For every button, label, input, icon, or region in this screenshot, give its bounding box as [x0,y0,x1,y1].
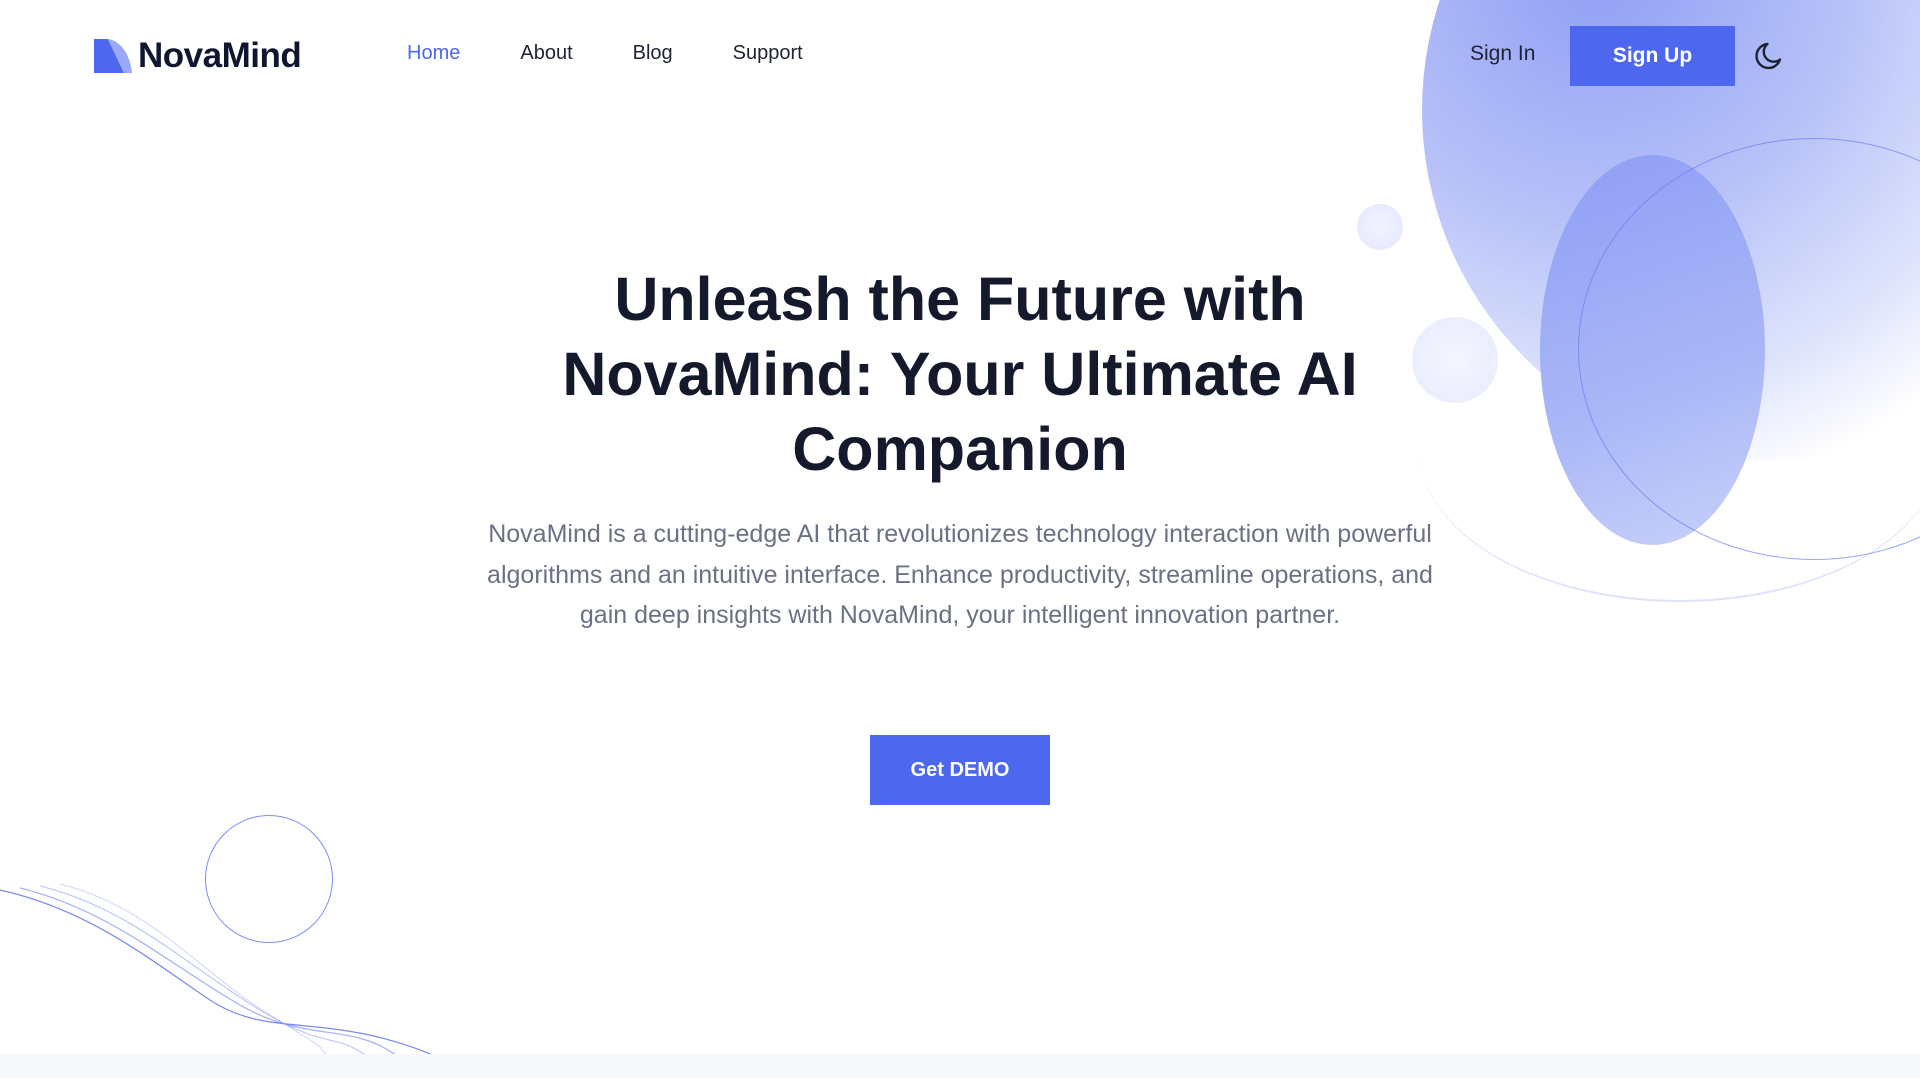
background-bubble [1357,204,1403,250]
brand-name: NovaMind [138,36,301,76]
get-demo-button[interactable]: Get DEMO [870,735,1050,805]
main-nav: Home About Blog Support [407,42,863,65]
moon-icon[interactable] [1753,38,1787,72]
background-swoosh [1420,300,1920,602]
nav-link-support[interactable]: Support [733,42,803,65]
footer-edge [0,1054,1920,1078]
sign-in-link[interactable]: Sign In [1470,42,1535,66]
background-orb [1540,155,1765,545]
decorative-circle [205,815,333,943]
nav-link-home[interactable]: Home [407,42,460,65]
novamind-logo-icon [94,37,136,75]
landing-page: NovaMind Home About Blog Support Sign In… [0,0,1920,1078]
background-ring [1578,138,1920,560]
hero-title: Unleash the Future with NovaMind: Your U… [460,262,1460,487]
decorative-wave-lines [0,880,460,1060]
hero-description: NovaMind is a cutting-edge AI that revol… [485,514,1435,636]
site-header: NovaMind Home About Blog Support Sign In… [0,0,1920,112]
nav-link-blog[interactable]: Blog [633,42,673,65]
nav-link-about[interactable]: About [520,42,572,65]
brand-logo[interactable]: NovaMind [94,36,301,76]
sign-up-button[interactable]: Sign Up [1570,26,1735,86]
